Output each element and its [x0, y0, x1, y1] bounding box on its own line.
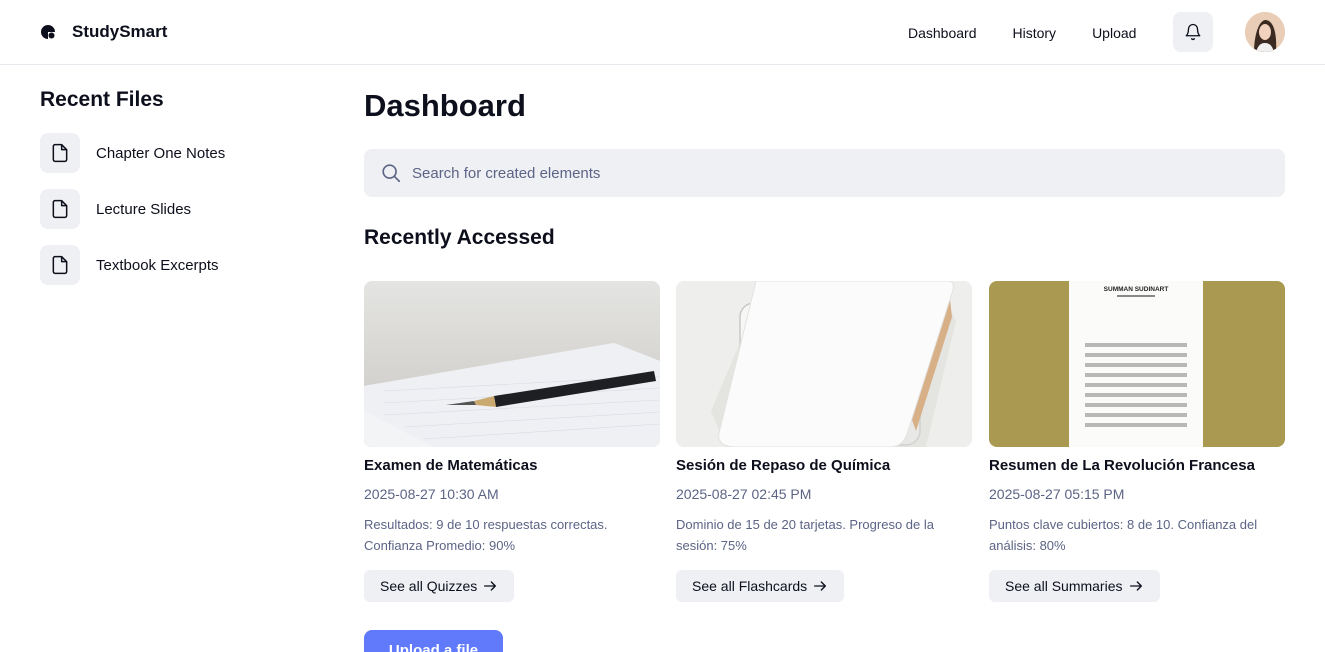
card-image-summary-document: SUMMAN SUDINART [989, 281, 1285, 447]
button-label: See all Flashcards [692, 578, 808, 594]
card-title: Sesión de Repaso de Química [676, 457, 891, 474]
recent-card-quiz[interactable]: Examen de Matemáticas 2025-08-27 10:30 A… [364, 281, 660, 602]
card-date: 2025-08-27 05:15 PM [989, 486, 1125, 502]
arrow-right-icon [1129, 581, 1142, 591]
recent-card-summary[interactable]: SUMMAN SUDINART Resumen de La Revolución… [989, 281, 1285, 602]
search-bar[interactable] [364, 149, 1285, 197]
recent-file-item[interactable]: Textbook Excerpts [40, 245, 219, 285]
see-all-flashcards-button[interactable]: See all Flashcards [676, 570, 845, 602]
arrow-right-icon [814, 581, 827, 591]
search-input[interactable] [412, 164, 1212, 182]
arrow-right-icon [484, 581, 497, 591]
logo-icon [41, 25, 55, 39]
card-title: Examen de Matemáticas [364, 457, 538, 474]
brand[interactable]: StudySmart [40, 22, 167, 42]
file-icon [40, 133, 80, 173]
top-nav: Dashboard History Upload [908, 24, 1172, 42]
recently-accessed-heading: Recently Accessed [364, 226, 555, 249]
card-date: 2025-08-27 02:45 PM [676, 486, 812, 502]
main-content: Dashboard Recently Accessed [364, 86, 1285, 602]
sidebar-title: Recent Files [40, 88, 164, 111]
file-icon [40, 189, 80, 229]
card-image-flashcards [676, 281, 972, 447]
nav-dashboard-link[interactable]: Dashboard [908, 24, 977, 42]
recent-file-item[interactable]: Chapter One Notes [40, 133, 225, 173]
recent-files-sidebar: Recent Files Chapter One Notes Lecture S… [40, 86, 320, 285]
card-description: Dominio de 15 de 20 tarjetas. Progreso d… [676, 517, 934, 553]
upload-file-button[interactable]: Upload a file [364, 630, 503, 652]
top-header: StudySmart Dashboard History Upload [0, 0, 1325, 65]
see-all-quizzes-button[interactable]: See all Quizzes [364, 570, 515, 602]
card-description: Puntos clave cubiertos: 8 de 10. Confian… [989, 517, 1258, 553]
summary-image-heading: SUMMAN SUDINART [1104, 286, 1169, 293]
nav-upload-link[interactable]: Upload [1092, 24, 1136, 42]
nav-history-link[interactable]: History [1013, 24, 1057, 42]
recent-file-label: Chapter One Notes [96, 144, 226, 162]
search-icon [382, 164, 401, 183]
app-name: StudySmart [72, 22, 168, 41]
recent-file-label: Textbook Excerpts [96, 256, 219, 274]
recent-card-flashcards[interactable]: Sesión de Repaso de Química 2025-08-27 0… [676, 281, 972, 602]
recent-file-item[interactable]: Lecture Slides [40, 189, 191, 229]
notifications-button[interactable] [1173, 12, 1213, 52]
recent-file-label: Lecture Slides [96, 200, 192, 218]
card-date: 2025-08-27 10:30 AM [364, 486, 499, 502]
user-avatar[interactable] [1245, 12, 1285, 52]
bell-icon [1185, 23, 1201, 41]
card-image-pen-paper [364, 281, 660, 447]
button-label: See all Quizzes [380, 578, 478, 594]
page-title: Dashboard [364, 88, 526, 123]
file-icon [40, 245, 80, 285]
button-label: See all Summaries [1005, 578, 1123, 594]
avatar-image [1245, 12, 1285, 52]
see-all-summaries-button[interactable]: See all Summaries [989, 570, 1160, 602]
card-title: Resumen de La Revolución Francesa [989, 457, 1255, 474]
card-description: Resultados: 9 de 10 respuestas correctas… [364, 517, 608, 553]
